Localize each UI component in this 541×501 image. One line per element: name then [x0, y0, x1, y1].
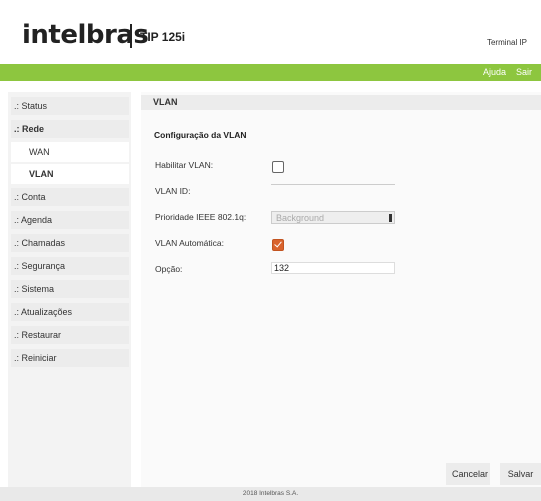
sidebar-item-restaurar[interactable]: .: Restaurar [11, 326, 129, 344]
sidebar-item-atualizacoes[interactable]: .: Atualizações [11, 303, 129, 321]
top-header: intelbras TIP 125i Terminal IP [0, 0, 541, 64]
logo-divider [130, 24, 132, 48]
section-title: Configuração da VLAN [154, 130, 247, 140]
sidebar-item-agenda[interactable]: .: Agenda [11, 211, 129, 229]
sidebar-item-sistema[interactable]: .: Sistema [11, 280, 129, 298]
dropdown-arrow-icon [389, 214, 392, 222]
priority-selected-value: Background [276, 213, 325, 223]
save-button[interactable]: Salvar [500, 463, 541, 485]
sidebar-subitem-vlan[interactable]: VLAN [11, 164, 129, 184]
sidebar-item-chamadas[interactable]: .: Chamadas [11, 234, 129, 252]
help-link[interactable]: Ajuda [483, 67, 506, 77]
top-nav-bar: Ajuda Sair [0, 64, 541, 81]
sidebar-item-status[interactable]: .: Status [11, 97, 129, 115]
option-input[interactable] [271, 262, 395, 274]
vlan-id-label: VLAN ID: [155, 186, 191, 196]
page-title: VLAN [141, 95, 541, 110]
priority-select[interactable]: Background [271, 211, 395, 224]
device-subtitle: Terminal IP [486, 38, 527, 47]
sidebar-subitem-wan[interactable]: WAN [11, 142, 129, 162]
main-panel: VLAN Configuração da VLAN Habilitar VLAN… [141, 92, 541, 487]
vlan-id-input[interactable] [271, 184, 395, 185]
auto-vlan-label: VLAN Automática: [155, 238, 224, 248]
sidebar-item-conta[interactable]: .: Conta [11, 188, 129, 206]
sidebar-item-seguranca[interactable]: .: Segurança [11, 257, 129, 275]
enable-vlan-label: Habilitar VLAN: [155, 160, 214, 170]
priority-label: Prioridade IEEE 802.1q: [155, 212, 247, 222]
sidebar-item-reiniciar[interactable]: .: Reiniciar [11, 349, 129, 367]
sidebar-item-rede[interactable]: .: Rede [11, 120, 129, 138]
footer: 2018 Intelbras S.A. [0, 487, 541, 501]
enable-vlan-checkbox[interactable] [272, 161, 284, 173]
product-name: TIP 125i [140, 30, 186, 44]
sidebar: .: Status .: Rede WAN VLAN .: Conta .: A… [8, 92, 131, 487]
cancel-button[interactable]: Cancelar [446, 463, 490, 485]
auto-vlan-checkbox[interactable] [272, 239, 284, 251]
option-label: Opção: [155, 264, 183, 274]
logout-link[interactable]: Sair [516, 67, 532, 77]
